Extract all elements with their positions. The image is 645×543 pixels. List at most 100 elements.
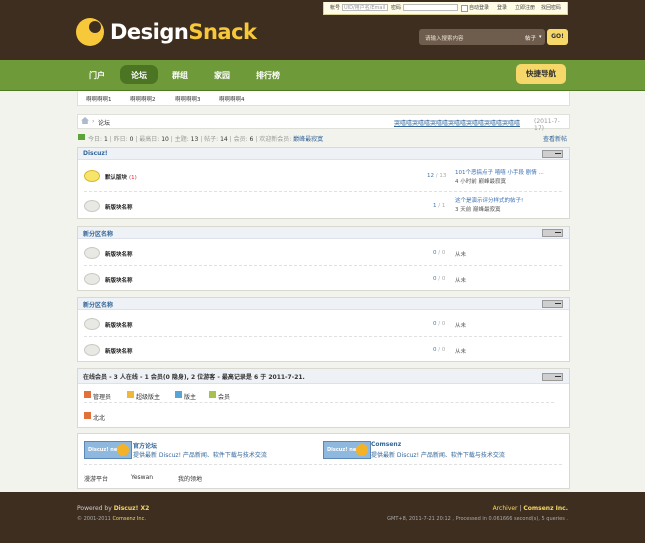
sub-nav-item[interactable]: 啊啊啊啊1 [86, 95, 112, 103]
collapse-toggle-icon[interactable] [542, 373, 563, 381]
powered-by: Powered by Discuz! X2 [77, 505, 150, 512]
sub-nav-item[interactable]: 啊啊啊啊3 [175, 95, 201, 103]
forum-name[interactable]: 新版块名称 [105, 321, 133, 329]
last-post-none: 从未 [455, 278, 467, 284]
category-panel: 新分区名称 新版块名称 0 / 0 从未 新版块名称 0 / 0 从未 [77, 297, 570, 362]
product-link[interactable]: Discuz! X2 [114, 505, 150, 512]
forum-counts: 0 / 0 [433, 276, 446, 282]
debug-info: GMT+8, 2011-7-21 20:12 , Processed in 0.… [387, 516, 568, 522]
site-footer: Powered by Discuz! X2 © 2001-2011 Comsen… [0, 492, 645, 543]
last-post-none: 从未 [455, 323, 467, 329]
account-input[interactable]: UID/用户名/Email [342, 4, 388, 11]
archiver-link[interactable]: Archiver [493, 505, 518, 512]
forgot-password-link[interactable]: 找回密码 [541, 2, 561, 14]
collapse-toggle-icon[interactable] [542, 150, 563, 158]
home-icon[interactable] [81, 117, 89, 124]
last-post-none: 从未 [455, 252, 467, 258]
sub-nav-item[interactable]: 啊啊啊啊4 [219, 95, 245, 103]
auto-login-label: 自动登录 [469, 5, 490, 11]
row-divider [84, 402, 554, 403]
login-button[interactable]: 登录 [497, 2, 507, 14]
friend-links-panel: Discuz! net 官方论坛 提供最新 Discuz! 产品新闻、软件下载与… [77, 433, 570, 489]
forum-name[interactable]: 新版块名称 [105, 203, 133, 211]
logo-text: DesignSnack [110, 20, 257, 44]
link-name[interactable]: Comsenz [371, 441, 401, 448]
forum-icon [84, 200, 100, 212]
forum-icon [84, 344, 100, 356]
forum-row: 新版块名称 0 / 0 从未 [78, 336, 569, 361]
last-post-none: 从未 [455, 349, 467, 355]
forum-name[interactable]: 新版块名称 [105, 276, 133, 284]
password-input[interactable] [403, 4, 458, 11]
category-title[interactable]: 新分区名称 [83, 229, 113, 238]
admin-user-icon [84, 412, 91, 419]
sub-nav-item[interactable]: 啊啊啊啊2 [130, 95, 156, 103]
auto-login-checkbox[interactable] [461, 5, 468, 12]
forum-name[interactable]: 默认版块 (1) [105, 173, 137, 181]
forum-icon [84, 318, 100, 330]
breadcrumb-current[interactable]: 论坛 [98, 118, 110, 127]
view-new-posts-link[interactable]: 查看新帖 [543, 134, 567, 143]
last-post-meta: 3 天前 巅峰最寂寞 [455, 207, 501, 213]
forum-row: 新版块名称 0 / 0 从未 [78, 310, 569, 336]
category-header: 新分区名称 [78, 227, 569, 239]
text-link[interactable]: Yeswan [131, 474, 153, 481]
online-title[interactable]: 在线会员 - 3 人在线 - 1 会员(0 隐身), 2 位游客 - 最高记录是… [83, 372, 305, 381]
link-desc: 提供最新 Discuz! 产品新闻、软件下载与技术交流 [133, 452, 267, 459]
admin-user-icon [84, 391, 91, 398]
quick-nav-button[interactable]: 快捷导航 [516, 64, 566, 84]
chart-icon [78, 134, 85, 140]
account-label: 帐号 [330, 5, 341, 11]
legend-label: 会员 [218, 394, 231, 401]
forum-name[interactable]: 新版块名称 [105, 250, 133, 258]
text-link[interactable]: 我的领地 [178, 474, 202, 483]
search-type-select[interactable]: 帖子 [525, 34, 536, 42]
row-divider [84, 464, 562, 465]
online-header: 在线会员 - 3 人在线 - 1 会员(0 隐身), 2 位游客 - 最高记录是… [78, 369, 569, 384]
company-link[interactable]: Comsenz Inc. [523, 505, 568, 512]
legend-label: 管理员 [93, 394, 112, 401]
category-header: Discuz! [78, 148, 569, 160]
search-bar: 请输入搜索内容 帖子 ▾ GO! [419, 29, 568, 45]
online-user-name[interactable]: 北北 [93, 413, 105, 422]
announcement-link[interactable]: 哭嘻嘻哭嘻嘻哭嘻嘻哭嘻嘻哭嘻嘻哭嘻嘻哭嘻嘻 [394, 118, 520, 127]
forum-counts: 0 / 0 [433, 347, 446, 353]
forum-name[interactable]: 新版块名称 [105, 347, 133, 355]
link-name[interactable]: 官方论坛 [133, 441, 157, 450]
forum-counts: 1 / 1 [433, 203, 446, 209]
site-header: 帐号 UID/用户名/Email 密码 自动登录 登录 立即注册 找回密码 De… [0, 0, 645, 60]
logo-mark-icon [76, 18, 104, 46]
search-button[interactable]: GO! [547, 29, 568, 45]
last-post-title[interactable]: 101个恶搞点子 嘻嘻 小手段 剧情 ... [455, 168, 544, 176]
nav-item-group[interactable]: 群组 [172, 70, 188, 81]
nav-item-ranking[interactable]: 排行榜 [256, 70, 280, 81]
category-title[interactable]: Discuz! [83, 150, 108, 157]
sub-nav: 啊啊啊啊1 啊啊啊啊2 啊啊啊啊3 啊啊啊啊4 [77, 91, 570, 106]
forum-row: 新版块名称 0 / 0 从未 [78, 239, 569, 265]
mod-user-icon [175, 391, 182, 398]
discuz-logo-image[interactable]: Discuz! net [84, 441, 132, 459]
text-link[interactable]: 漫游平台 [84, 474, 108, 483]
new-member-link[interactable]: 巅峰最寂寞 [293, 136, 323, 143]
breadcrumb-separator: › [92, 118, 95, 125]
category-title[interactable]: 新分区名称 [83, 300, 113, 309]
stats-line: 今日: 1 | 昨日: 0 | 最高日: 10 | 主题: 13 | 帖子: 1… [88, 136, 324, 143]
category-header: 新分区名称 [78, 298, 569, 310]
collapse-toggle-icon[interactable] [542, 300, 563, 308]
discuz-logo-image[interactable]: Discuz! net [323, 441, 371, 459]
forum-icon [84, 273, 100, 285]
nav-item-portal[interactable]: 门户 [89, 70, 105, 81]
category-panel: Discuz! 默认版块 (1) 12 / 13 101个恶搞点子 嘻嘻 小手段… [77, 147, 570, 219]
last-post-title[interactable]: 这个是演示评分样式的帖子! [455, 196, 523, 204]
site-logo[interactable]: DesignSnack [76, 18, 257, 46]
collapse-toggle-icon[interactable] [542, 229, 563, 237]
search-input[interactable]: 请输入搜索内容 帖子 ▾ [419, 29, 545, 45]
forum-counts: 0 / 0 [433, 321, 446, 327]
forum-stats: 今日: 1 | 昨日: 0 | 最高日: 10 | 主题: 13 | 帖子: 1… [77, 133, 568, 143]
member-user-icon [209, 391, 216, 398]
nav-item-home[interactable]: 家园 [214, 70, 230, 81]
online-legend: 管理员 超级版主 版主 会员 [84, 391, 554, 401]
forum-counts: 0 / 0 [433, 250, 446, 256]
register-link[interactable]: 立即注册 [515, 2, 535, 14]
nav-item-forum[interactable]: 论坛 [131, 70, 147, 81]
